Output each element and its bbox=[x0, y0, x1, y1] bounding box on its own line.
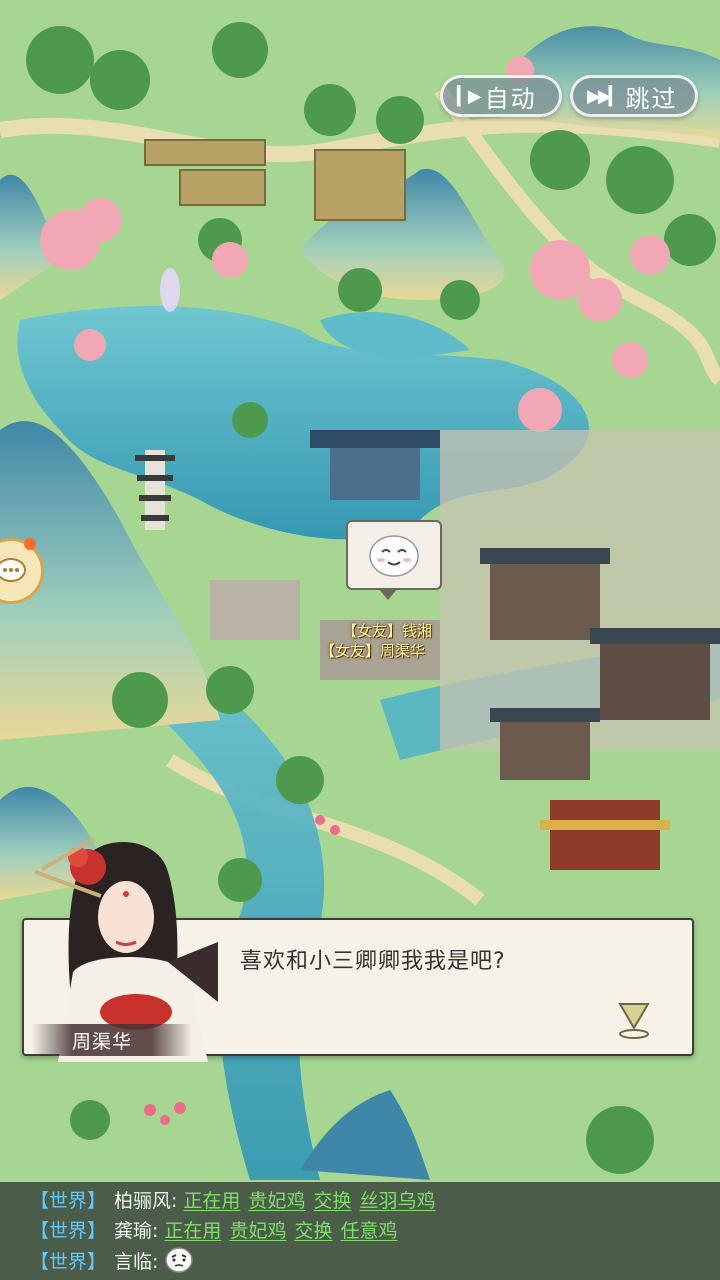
emote-bubble bbox=[346, 520, 442, 600]
notification-dot bbox=[24, 538, 36, 550]
chat-channel-label: 【世界】 bbox=[30, 1189, 107, 1212]
chat-trade-link[interactable]: 正在用 贵妃鸡 交换 丝羽乌鸡 bbox=[183, 1186, 435, 1213]
chat-link-part: 贵妃鸡 bbox=[229, 1219, 287, 1242]
chat-link-part: 交换 bbox=[294, 1219, 333, 1242]
chat-trade-link[interactable]: 正在用 贵妃鸡 交换 任意鸡 bbox=[164, 1216, 397, 1243]
chat-message[interactable]: 【世界】 龚瑜: 正在用 贵妃鸡 交换 任意鸡 bbox=[30, 1214, 397, 1244]
chat-channel-label: 【世界】 bbox=[30, 1219, 107, 1242]
chat-channel-label: 【世界】 bbox=[30, 1250, 107, 1273]
auto-play-button[interactable]: ▎▶ 自动 bbox=[440, 75, 562, 117]
chat-message[interactable]: 【世界】 柏骊风: 正在用 贵妃鸡 交换 丝羽乌鸡 bbox=[30, 1184, 435, 1214]
chat-username[interactable]: 龚瑜: bbox=[114, 1216, 158, 1243]
chat-link-part: 正在用 bbox=[183, 1189, 241, 1212]
npc-tag-zhouquhua[interactable]: 【女友】周渠华 bbox=[320, 640, 425, 661]
auto-play-label: 自动 bbox=[484, 84, 537, 113]
speaker-name: 周渠华 bbox=[72, 1031, 133, 1053]
chat-link-part: 贵妃鸡 bbox=[248, 1189, 306, 1212]
chat-link-part: 正在用 bbox=[164, 1219, 222, 1242]
chat-message[interactable]: 【世界】 言临: bbox=[30, 1245, 194, 1275]
dialog-text: 喜欢和小三卿卿我我是吧? bbox=[240, 949, 506, 974]
chat-link-part: 丝羽乌鸡 bbox=[359, 1189, 436, 1212]
skip-forward-icon: ▶▶▎ bbox=[587, 85, 622, 107]
skip-button[interactable]: ▶▶▎ 跳过 bbox=[570, 75, 698, 117]
npc-tag-qianxiang[interactable]: 【女友】钱湘 bbox=[342, 620, 432, 641]
skip-label: 跳过 bbox=[625, 84, 678, 113]
continue-arrow-icon[interactable] bbox=[614, 998, 654, 1042]
chat-link-part: 任意鸡 bbox=[340, 1219, 398, 1242]
play-icon: ▎▶ bbox=[457, 85, 482, 107]
chat-link-part: 交换 bbox=[313, 1189, 352, 1212]
smiling-face-icon bbox=[369, 535, 419, 577]
thinking-face-icon bbox=[165, 1247, 194, 1273]
chat-username[interactable]: 柏骊风: bbox=[114, 1186, 177, 1213]
chat-username[interactable]: 言临: bbox=[114, 1247, 158, 1274]
chat-icon bbox=[0, 558, 26, 582]
